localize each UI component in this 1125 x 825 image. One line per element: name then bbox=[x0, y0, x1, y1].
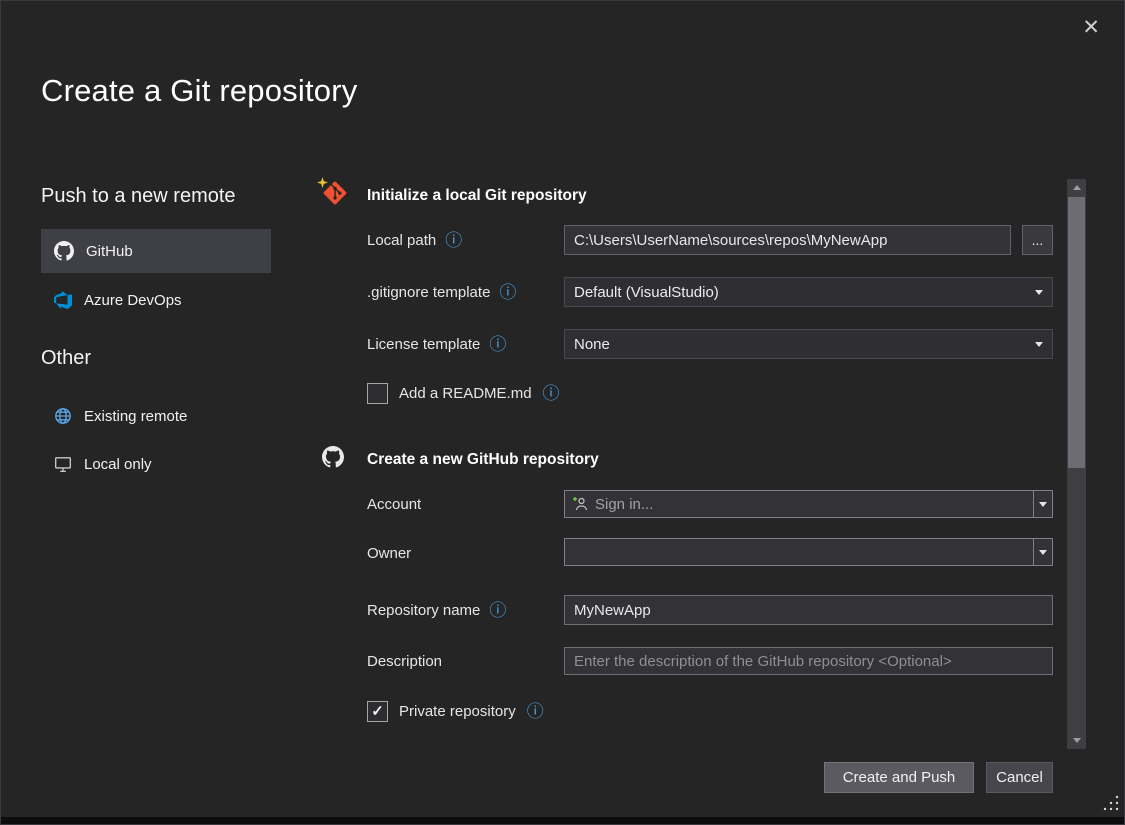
check-icon: ✓ bbox=[371, 704, 384, 719]
description-input[interactable] bbox=[564, 647, 1053, 675]
info-icon[interactable]: ⓘ bbox=[499, 284, 516, 301]
repository-name-input[interactable] bbox=[564, 595, 1053, 625]
readme-checkbox[interactable] bbox=[367, 383, 388, 404]
account-dropdown-button[interactable] bbox=[1033, 491, 1052, 517]
resize-grip[interactable] bbox=[1101, 793, 1121, 818]
browse-button[interactable]: ... bbox=[1022, 225, 1053, 255]
create-git-repository-dialog: Create a Git repository ✕ Push to a new … bbox=[0, 0, 1125, 825]
chevron-down-icon bbox=[1039, 550, 1047, 555]
info-icon[interactable]: ⓘ bbox=[527, 703, 544, 720]
private-checkbox-row: ✓ Private repository ⓘ bbox=[367, 699, 544, 723]
license-label-row: License template ⓘ bbox=[367, 329, 506, 359]
account-placeholder: Sign in... bbox=[595, 496, 653, 513]
close-icon[interactable]: ✕ bbox=[1082, 17, 1100, 38]
sidebar-item-label: Existing remote bbox=[84, 408, 187, 425]
account-combobox[interactable]: Sign in... bbox=[564, 490, 1053, 518]
readme-checkbox-label: Add a README.md bbox=[399, 385, 532, 402]
owner-combobox[interactable] bbox=[564, 538, 1053, 566]
repository-name-label: Repository name bbox=[367, 602, 480, 619]
new-sparkle-icon bbox=[317, 177, 328, 188]
chevron-up-icon bbox=[1073, 185, 1081, 190]
chevron-down-icon bbox=[1035, 342, 1043, 347]
sidebar-heading-other: Other bbox=[41, 347, 91, 370]
monitor-icon bbox=[54, 455, 72, 473]
description-label: Description bbox=[367, 653, 442, 670]
cancel-button[interactable]: Cancel bbox=[986, 762, 1053, 793]
chevron-down-icon bbox=[1039, 502, 1047, 507]
sidebar-heading-push: Push to a new remote bbox=[41, 185, 236, 208]
create-and-push-button[interactable]: Create and Push bbox=[824, 762, 974, 793]
info-icon[interactable]: ⓘ bbox=[445, 232, 462, 249]
scroll-up-button[interactable] bbox=[1067, 179, 1086, 196]
init-section-heading: Initialize a local Git repository bbox=[367, 187, 587, 205]
license-template-label: License template bbox=[367, 336, 480, 353]
sidebar-item-label: GitHub bbox=[86, 243, 133, 260]
sidebar-item-local-only[interactable]: Local only bbox=[41, 443, 271, 485]
github-icon bbox=[322, 446, 344, 468]
scrollbar[interactable] bbox=[1067, 179, 1086, 749]
github-icon bbox=[54, 241, 74, 261]
resize-grip-dots-icon bbox=[1101, 793, 1121, 813]
account-label-row: Account bbox=[367, 489, 421, 519]
azure-devops-icon bbox=[54, 291, 72, 309]
info-icon[interactable]: ⓘ bbox=[543, 385, 560, 402]
info-icon[interactable]: ⓘ bbox=[489, 602, 506, 619]
local-path-label: Local path bbox=[367, 232, 436, 249]
chevron-down-icon bbox=[1035, 290, 1043, 295]
sidebar-item-github[interactable]: GitHub bbox=[41, 229, 271, 273]
gitignore-label-row: .gitignore template ⓘ bbox=[367, 277, 516, 307]
gitignore-template-select[interactable]: Default (VisualStudio) bbox=[564, 277, 1053, 307]
local-path-input[interactable] bbox=[564, 225, 1011, 255]
account-label: Account bbox=[367, 496, 421, 513]
window-bottom-edge bbox=[1, 817, 1124, 824]
globe-icon bbox=[54, 407, 72, 425]
sidebar-item-label: Azure DevOps bbox=[84, 292, 182, 309]
private-repository-label: Private repository bbox=[399, 703, 516, 720]
page-title: Create a Git repository bbox=[41, 73, 357, 109]
sidebar-item-azure-devops[interactable]: Azure DevOps bbox=[41, 279, 271, 321]
sidebar-item-label: Local only bbox=[84, 456, 152, 473]
add-user-icon bbox=[572, 496, 588, 512]
license-template-select[interactable]: None bbox=[564, 329, 1053, 359]
scroll-down-button[interactable] bbox=[1067, 732, 1086, 749]
gitignore-template-label: .gitignore template bbox=[367, 284, 490, 301]
owner-label-row: Owner bbox=[367, 538, 411, 568]
sidebar-item-existing-remote[interactable]: Existing remote bbox=[41, 395, 271, 437]
github-section-heading: Create a new GitHub repository bbox=[367, 451, 599, 469]
readme-checkbox-row: Add a README.md ⓘ bbox=[367, 381, 560, 405]
local-path-label-row: Local path ⓘ bbox=[367, 225, 462, 255]
scrollbar-thumb[interactable] bbox=[1068, 197, 1085, 468]
license-selected-value: None bbox=[574, 336, 1035, 353]
chevron-down-icon bbox=[1073, 738, 1081, 743]
description-label-row: Description bbox=[367, 646, 442, 676]
repo-name-label-row: Repository name ⓘ bbox=[367, 595, 506, 625]
owner-dropdown-button[interactable] bbox=[1033, 539, 1052, 565]
private-repository-checkbox[interactable]: ✓ bbox=[367, 701, 388, 722]
info-icon[interactable]: ⓘ bbox=[489, 336, 506, 353]
owner-label: Owner bbox=[367, 545, 411, 562]
gitignore-selected-value: Default (VisualStudio) bbox=[574, 284, 1035, 301]
